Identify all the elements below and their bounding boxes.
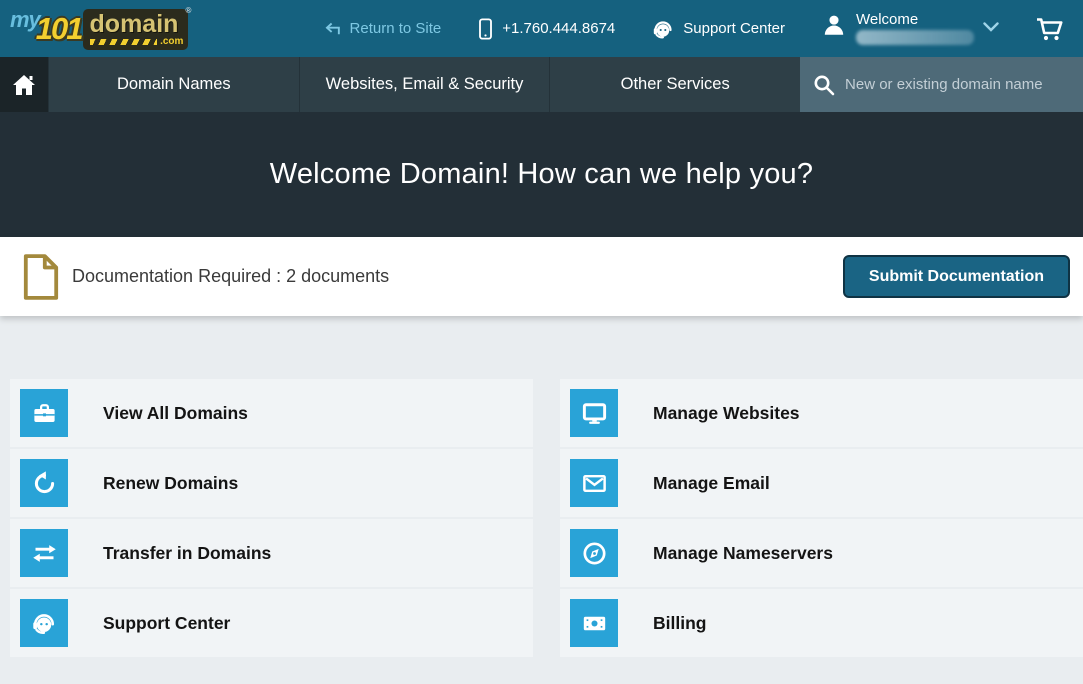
quicklink-manage-nameservers[interactable]: Manage Nameservers [560,519,1083,587]
home-icon [12,74,36,96]
smartphone-icon [477,18,494,40]
submit-documentation-button[interactable]: Submit Documentation [843,255,1070,298]
logo-word: domain [90,10,179,38]
quicklink-manage-email[interactable]: Manage Email [560,449,1083,517]
compass-icon [570,529,618,577]
logo[interactable]: my 101 domain ® .com [10,3,188,55]
headset-icon [20,599,68,647]
document-icon [22,253,60,301]
return-to-site-label: Return to Site [350,20,442,37]
logo-domain-box: domain ® .com [83,9,189,50]
renew-arrow-icon [20,459,68,507]
quicklink-renew-domains[interactable]: Renew Domains [10,449,533,517]
chevron-down-icon [983,22,999,32]
cart-icon [1035,16,1065,42]
transfer-arrows-icon [20,529,68,577]
logo-prefix: my [10,7,40,33]
headset-icon [651,17,675,41]
quicklink-billing[interactable]: Billing [560,589,1083,657]
logo-hazard-stripes [90,39,158,45]
user-menu[interactable]: Welcome [821,12,999,45]
documentation-message: Documentation Required : 2 documents [72,266,389,287]
banknote-icon [570,599,618,647]
return-arrow-icon [323,19,342,38]
nav-domain-names[interactable]: Domain Names [48,57,299,112]
quick-links-left-column: View All Domains Renew Domains Trans [10,379,533,659]
hero-banner: Welcome Domain! How can we help you? [0,112,1083,237]
search-icon [812,73,836,97]
monitor-icon [570,389,618,437]
phone-number: +1.760.444.8674 [502,20,615,37]
quick-links: View All Domains Renew Domains Trans [0,379,1083,659]
phone-link[interactable]: +1.760.444.8674 [477,18,615,40]
header-links: Return to Site +1.760.444.8674 Support C… [323,12,1065,45]
domain-search-input[interactable] [845,76,1071,93]
quicklink-transfer-in-domains[interactable]: Transfer in Domains [10,519,533,587]
quick-links-right-column: Manage Websites Manage Email Manage Name… [560,379,1083,659]
quicklink-view-all-domains[interactable]: View All Domains [10,379,533,447]
briefcase-icon [20,389,68,437]
envelope-icon [570,459,618,507]
nav-other-services[interactable]: Other Services [549,57,800,112]
quicklink-manage-websites[interactable]: Manage Websites [560,379,1083,447]
nav-websites-email-security[interactable]: Websites, Email & Security [299,57,550,112]
welcome-label: Welcome [856,12,974,27]
user-icon [821,12,847,38]
nav-home-tab[interactable] [0,57,48,112]
logo-number: 101 [36,11,82,47]
support-center-label: Support Center [683,20,785,37]
support-center-link[interactable]: Support Center [651,17,785,41]
user-name-redacted [856,30,974,45]
quicklink-support-center[interactable]: Support Center [10,589,533,657]
domain-search[interactable] [800,57,1083,112]
top-header: my 101 domain ® .com Return to Site +1.7… [0,0,1083,57]
registered-mark: ® [186,6,192,15]
hero-title: Welcome Domain! How can we help you? [270,158,813,191]
logo-tld: .com [160,36,183,47]
main-nav: Domain Names Websites, Email & Security … [0,57,1083,112]
cart-button[interactable] [1035,16,1065,42]
return-to-site-link[interactable]: Return to Site [323,19,442,38]
documentation-bar: Documentation Required : 2 documents Sub… [0,237,1083,316]
